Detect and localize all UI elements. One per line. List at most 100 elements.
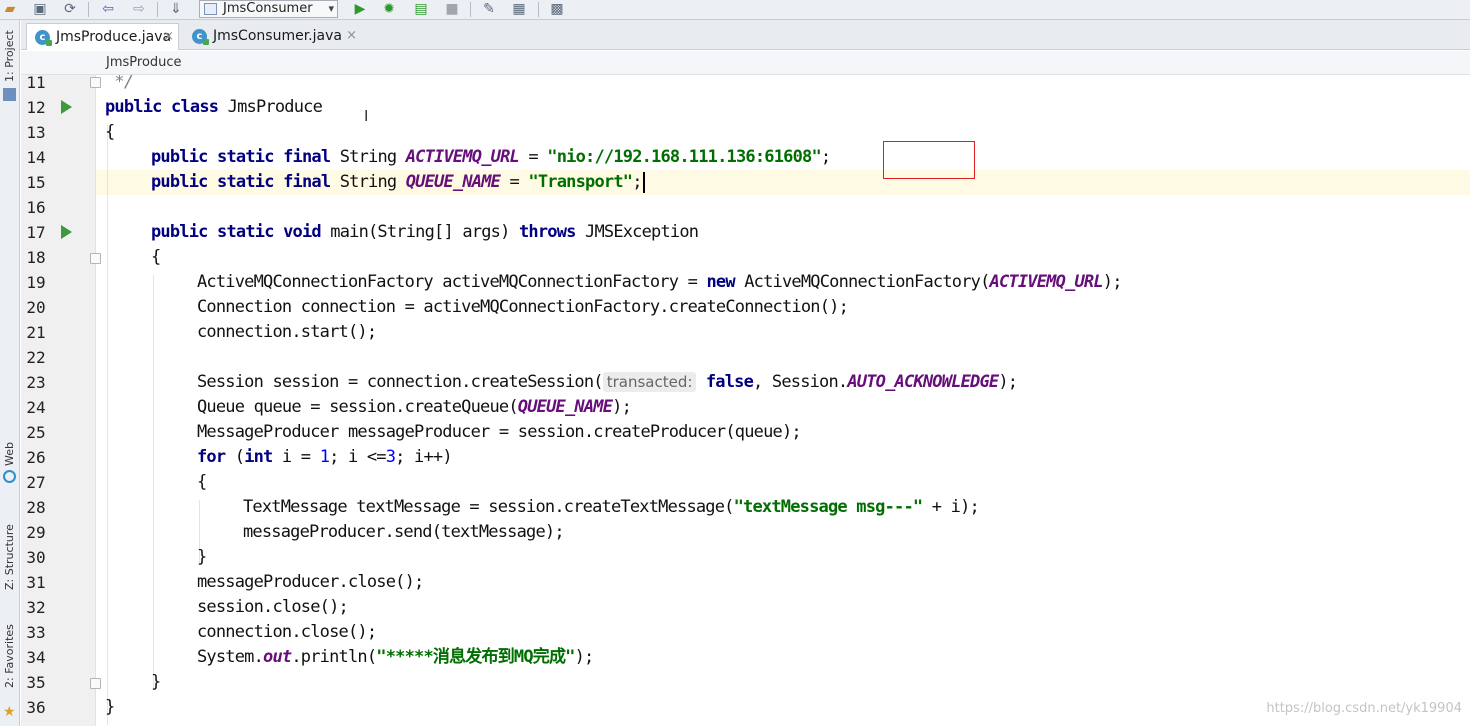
code-editor[interactable]: 11 12 13 14 15 16 17 18 19 20 21 22 23 2… <box>21 75 1470 726</box>
code-text: messageProducer.close(); <box>197 572 424 592</box>
code-line-26: for (int i = 1; i <=3; i++) <box>197 445 453 470</box>
line-number: 35 <box>26 673 46 692</box>
line-number: 23 <box>26 373 46 392</box>
code-text: ActiveMQConnectionFactory activeMQConnec… <box>197 272 707 292</box>
line-number: 20 <box>26 298 46 317</box>
java-class-icon: c <box>192 29 209 45</box>
tab-jmsconsumer[interactable]: c JmsConsumer.java × <box>184 23 361 50</box>
line-number: 31 <box>26 573 46 592</box>
favorites-tool-tab[interactable]: 2: Favorites ★ <box>0 610 20 726</box>
operator: = <box>500 172 529 192</box>
code-text: MessageProducer messageProducer = sessio… <box>197 422 802 442</box>
stop-icon[interactable]: ■ <box>444 1 460 17</box>
code-text: connection.start(); <box>197 322 377 342</box>
code-text: ); <box>612 397 632 417</box>
settings-icon[interactable]: ✎ <box>481 1 497 17</box>
forward-icon[interactable]: ⇨ <box>131 1 147 17</box>
code-text: .println( <box>291 647 377 667</box>
editor-tab-bar: c JmsProduce.java × c JmsConsumer.java × <box>21 20 1470 50</box>
line-number: 33 <box>26 623 46 642</box>
sdk-icon[interactable]: ▩ <box>549 1 565 17</box>
port-highlight-box <box>883 141 975 179</box>
code-text: messageProducer.send(textMessage); <box>243 522 565 542</box>
constant: ACTIVEMQ_URL <box>989 272 1104 292</box>
code-line-35: } <box>151 670 161 695</box>
tab-jmsproduce[interactable]: c JmsProduce.java × <box>26 23 179 50</box>
java-class-icon: c <box>35 30 52 46</box>
line-number: 13 <box>26 123 46 142</box>
line-number: 18 <box>26 248 46 267</box>
code-line-29: messageProducer.send(textMessage); <box>243 520 565 545</box>
coverage-icon[interactable]: ▤ <box>413 1 429 17</box>
code-line-20: Connection connection = activeMQConnecti… <box>197 295 849 320</box>
type: String <box>330 147 406 167</box>
fold-marker-icon[interactable] <box>90 253 101 264</box>
exception-type: JMSException <box>575 222 699 242</box>
line-number: 16 <box>26 198 46 217</box>
indent-guide <box>153 275 154 690</box>
structure-tool-tab[interactable]: Z: Structure <box>0 500 20 595</box>
code-line-33: connection.close(); <box>197 620 377 645</box>
code-line-13: { <box>105 120 115 145</box>
chevron-down-icon: ▾ <box>328 2 334 15</box>
web-icon <box>3 470 16 483</box>
brace: { <box>197 472 207 492</box>
line-number: 32 <box>26 598 46 617</box>
watermark: https://blog.csdn.net/yk19904 <box>1266 701 1462 716</box>
breadcrumb[interactable]: JmsProduce <box>21 51 1470 75</box>
project-structure-icon[interactable]: ▦ <box>511 1 527 17</box>
brace: } <box>105 697 115 717</box>
keyword: new <box>706 272 735 292</box>
toolbar-separator <box>470 2 471 17</box>
code-line-24: Queue queue = session.createQueue(QUEUE_… <box>197 395 632 420</box>
line-number: 34 <box>26 648 46 667</box>
run-icon[interactable]: ▶ <box>352 1 368 17</box>
code-line-27: { <box>197 470 207 495</box>
line-number: 27 <box>26 473 46 492</box>
run-config-label: JmsConsumer <box>223 1 313 16</box>
tab-label: JmsProduce.java <box>56 29 172 45</box>
sync-icon[interactable]: ⟳ <box>62 1 78 17</box>
class-name: JmsProduce <box>218 97 323 117</box>
save-icon[interactable]: ▣ <box>32 1 48 17</box>
code-line-18: { <box>151 245 161 270</box>
code-line-25: MessageProducer messageProducer = sessio… <box>197 420 802 445</box>
line-number: 21 <box>26 323 46 342</box>
run-gutter-icon[interactable] <box>61 225 72 239</box>
code-line-12: public class JmsProduce <box>105 95 323 120</box>
line-number: 11 <box>26 75 46 92</box>
keyword: for <box>197 447 226 467</box>
build-icon[interactable]: ⇓ <box>168 1 184 17</box>
keyword: public static void <box>151 222 322 242</box>
code-text: ); <box>574 647 595 667</box>
constant: ACTIVEMQ_URL <box>405 147 520 167</box>
debug-icon[interactable]: ✹ <box>381 1 397 17</box>
run-gutter-icon[interactable] <box>61 100 72 114</box>
fold-marker-icon[interactable] <box>90 678 101 689</box>
constant: AUTO_ACKNOWLEDGE <box>847 372 999 392</box>
web-tab-label: Web <box>3 442 16 466</box>
favorites-tab-label: 2: Favorites <box>3 624 16 688</box>
fold-marker-icon[interactable] <box>90 77 101 88</box>
project-tool-tab[interactable]: 1: Project <box>0 20 20 101</box>
code-text: i = <box>272 447 320 467</box>
back-icon[interactable]: ⇦ <box>100 1 116 17</box>
keyword: public static final <box>151 172 331 192</box>
close-icon[interactable]: × <box>346 23 357 49</box>
tool-window-strip: 1: Project Web Z: Structure 2: Favorites… <box>0 20 20 726</box>
open-folder-icon[interactable]: ▰ <box>2 1 18 17</box>
web-tool-tab[interactable]: Web <box>0 432 20 502</box>
constant: QUEUE_NAME <box>517 397 613 417</box>
line-number: 25 <box>26 423 46 442</box>
code-text: Connection connection = activeMQConnecti… <box>197 297 849 317</box>
type: String <box>330 172 406 192</box>
text-cursor-icon: I <box>364 107 369 125</box>
close-icon[interactable]: × <box>163 24 174 50</box>
keyword: public class <box>105 97 219 117</box>
code-line-11: */ <box>105 75 134 95</box>
code-text: ; i <= <box>329 447 386 467</box>
run-configuration-select[interactable]: JmsConsumer ▾ <box>199 0 338 18</box>
brace: } <box>151 672 161 692</box>
code-text: ActiveMQConnectionFactory( <box>734 272 990 292</box>
code-line-31: messageProducer.close(); <box>197 570 424 595</box>
